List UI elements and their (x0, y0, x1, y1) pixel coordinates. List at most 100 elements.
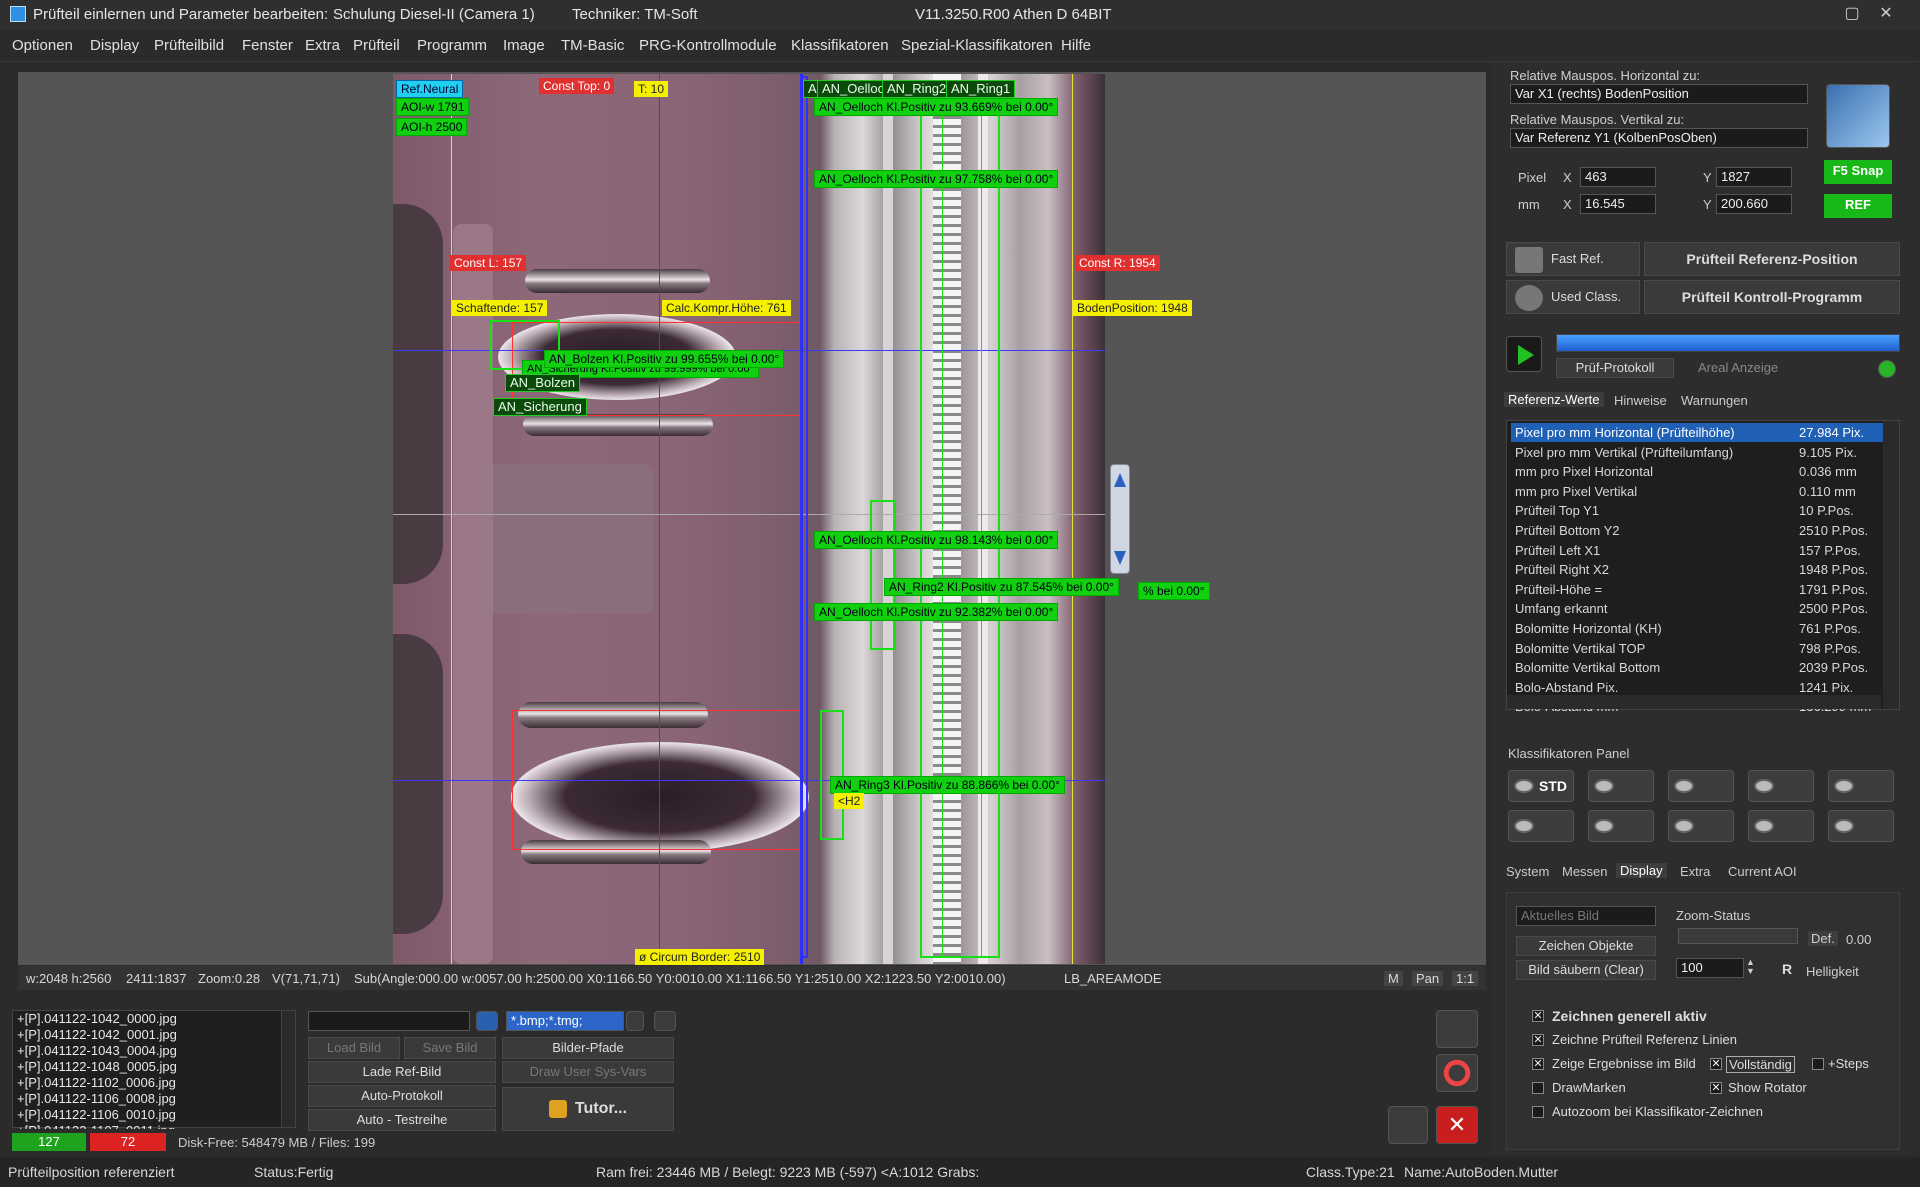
table-row[interactable]: Prüfteil Top Y1 10 P.Pos. (1511, 501, 1883, 520)
klass-anchor-icon[interactable] (1828, 770, 1894, 802)
zeichnen-label[interactable]: Zeichnen generell aktiv (1552, 1008, 1707, 1024)
scrollbar[interactable] (1883, 421, 1899, 709)
arrow-up-icon[interactable] (1114, 473, 1126, 487)
hammer-icon[interactable] (1436, 1010, 1478, 1048)
referenz-linien-checkbox[interactable]: ✕ (1532, 1034, 1544, 1046)
klass-bars-icon[interactable] (1748, 770, 1814, 802)
search-icon[interactable] (1878, 360, 1896, 378)
menu-tm-basic[interactable]: TM-Basic (561, 37, 624, 54)
vert-select[interactable]: Var Referenz Y1 (KolbenPosOben) (1510, 128, 1808, 148)
pruef-protokoll-button[interactable]: Prüf-Protokoll (1556, 358, 1674, 378)
fast-ref-button[interactable]: Fast Ref. (1506, 242, 1640, 276)
referenz-linien-label[interactable]: Zeichne Prüfteil Referenz Linien (1552, 1032, 1737, 1047)
close-red-icon[interactable]: ✕ (1436, 1106, 1478, 1144)
rotator-checkbox[interactable]: ✕ (1710, 1082, 1722, 1094)
klass-filter-icon[interactable] (1828, 810, 1894, 842)
load-bild-button[interactable]: Load Bild (308, 1037, 400, 1059)
help-ring-icon[interactable] (1436, 1054, 1478, 1092)
menu-programm[interactable]: Programm (417, 37, 487, 54)
tab-hinweise[interactable]: Hinweise (1614, 393, 1667, 408)
tab-display[interactable]: Display (1616, 863, 1667, 878)
menu-hilfe[interactable]: Hilfe (1061, 37, 1091, 54)
camera-icon[interactable] (1826, 84, 1890, 148)
menu-fenster[interactable]: Fenster (242, 37, 293, 54)
menu-pruefteil[interactable]: Prüfteil (353, 37, 400, 54)
grid-icon[interactable] (476, 1011, 498, 1031)
bild-saeubern-button[interactable]: Bild säubern (Clear) (1516, 960, 1656, 980)
horiz-select[interactable]: Var X1 (rechts) BodenPosition (1510, 84, 1808, 104)
menu-klassifikatoren[interactable]: Klassifikatoren (791, 37, 889, 54)
spinner-icon[interactable]: ▲ ▼ (1746, 958, 1760, 978)
ergebnisse-label[interactable]: Zeige Ergebnisse im Bild (1552, 1056, 1696, 1071)
table-row[interactable]: Umfang erkannt 2500 P.Pos. (1511, 599, 1883, 618)
h-scrollbar[interactable] (1507, 695, 1881, 709)
klass-yin-icon[interactable] (1668, 810, 1734, 842)
pixel-x-field[interactable]: 463 (1580, 167, 1656, 187)
tab-warnungen[interactable]: Warnungen (1681, 393, 1748, 408)
monitor-icon[interactable] (1388, 1106, 1428, 1144)
list-item[interactable]: +[P].041122-1043_0004.jpg (13, 1043, 295, 1059)
ratio-button[interactable]: 1:1 (1452, 971, 1479, 986)
table-row[interactable]: Prüfteil-Höhe = 1791 P.Pos. (1511, 580, 1883, 599)
pixel-y-field[interactable]: 1827 (1716, 167, 1792, 187)
save-bild-button[interactable]: Save Bild (404, 1037, 496, 1059)
helligkeit-input[interactable]: 100 (1676, 958, 1744, 978)
tab-system[interactable]: System (1506, 864, 1549, 879)
auto-protokoll-button[interactable]: Auto-Protokoll (308, 1085, 496, 1107)
zoom-slider[interactable] (1678, 928, 1798, 944)
kontroll-programm-button[interactable]: Prüfteil Kontroll-Programm (1644, 280, 1900, 314)
menu-optionen[interactable]: Optionen (12, 37, 73, 54)
table-row[interactable]: Prüfteil Bottom Y2 2510 P.Pos. (1511, 521, 1883, 540)
list-item[interactable]: +[P].041122-1042_0001.jpg (13, 1027, 295, 1043)
menu-prg-kontrollmodule[interactable]: PRG-Kontrollmodule (639, 37, 777, 54)
autozoom-checkbox[interactable] (1532, 1106, 1544, 1118)
autozoom-label[interactable]: Autozoom bei Klassifikator-Zeichnen (1552, 1104, 1763, 1119)
klass-std-icon[interactable]: STD (1508, 770, 1574, 802)
list-item[interactable]: +[P].041122-1106_0008.jpg (13, 1091, 295, 1107)
table-row[interactable]: Bolomitte Vertikal Bottom 2039 P.Pos. (1511, 658, 1883, 677)
list-item[interactable]: +[P].041122-1048_0005.jpg (13, 1059, 295, 1075)
tab-extra[interactable]: Extra (1680, 864, 1710, 879)
table-row[interactable]: Prüfteil Right X2 1948 P.Pos. (1511, 560, 1883, 579)
f5-snap-button[interactable]: F5 Snap (1824, 160, 1892, 184)
aktuelles-bild-select[interactable]: Aktuelles Bild (1516, 906, 1656, 926)
referenz-werte-list[interactable]: Pixel pro mm Horizontal (Prüfteilhöhe) 27… (1506, 420, 1900, 714)
zeichnen-checkbox[interactable]: ✕ (1532, 1010, 1544, 1022)
areal-anzeige-label[interactable]: Areal Anzeige (1698, 360, 1778, 375)
steps-label[interactable]: +Steps (1828, 1056, 1869, 1071)
m-button[interactable]: M (1384, 971, 1403, 986)
scrollbar[interactable] (281, 1011, 295, 1127)
r-label[interactable]: R (1782, 961, 1792, 977)
list-item[interactable]: +[P].041122-1106_0010.jpg (13, 1107, 295, 1123)
zeichen-objekte-button[interactable]: Zeichen Objekte (1516, 936, 1656, 956)
tab-messen[interactable]: Messen (1562, 864, 1608, 879)
drawmarken-label[interactable]: DrawMarken (1552, 1080, 1626, 1095)
klass-qr-icon[interactable] (1588, 810, 1654, 842)
list-item[interactable]: +[P].041122-1042_0000.jpg (13, 1011, 295, 1027)
klass-flag-icon[interactable] (1668, 770, 1734, 802)
lade-ref-bild-button[interactable]: Lade Ref-Bild (308, 1061, 496, 1083)
used-class-button[interactable]: Used Class. (1506, 280, 1640, 314)
drawmarken-checkbox[interactable] (1532, 1082, 1544, 1094)
list-item[interactable]: +[P].041122-1107_0011.jpg (13, 1123, 295, 1129)
tab-current-aoi[interactable]: Current AOI (1728, 864, 1797, 879)
klass-grid-icon[interactable] (1588, 770, 1654, 802)
mm-y-field[interactable]: 200.660 (1716, 194, 1792, 214)
vollstaendig-checkbox[interactable]: ✕ (1710, 1058, 1722, 1070)
ergebnisse-checkbox[interactable]: ✕ (1532, 1058, 1544, 1070)
rotator-label[interactable]: Show Rotator (1728, 1080, 1807, 1095)
menu-spezial-klassifikatoren[interactable]: Spezial-Klassifikatoren (901, 37, 1053, 54)
vollstaendig-label[interactable]: Vollständig (1726, 1056, 1795, 1073)
auto-testreihe-button[interactable]: Auto - Testreihe (308, 1109, 496, 1131)
table-row[interactable]: Prüfteil Left X1 157 P.Pos. (1511, 541, 1883, 560)
bilder-pfade-button[interactable]: Bilder-Pfade (502, 1037, 674, 1059)
table-row[interactable]: Pixel pro mm Horizontal (Prüfteilhöhe) 27… (1511, 423, 1883, 442)
tab-referenz-werte[interactable]: Referenz-Werte (1504, 392, 1604, 407)
draw-user-button[interactable]: Draw User Sys-Vars (502, 1061, 674, 1083)
path-input[interactable] (308, 1011, 470, 1031)
close-icon[interactable]: ✕ (1866, 2, 1906, 28)
menu-image[interactable]: Image (503, 37, 545, 54)
table-row[interactable]: Bolomitte Vertikal TOP 798 P.Pos. (1511, 639, 1883, 658)
menu-display[interactable]: Display (90, 37, 139, 54)
steps-checkbox[interactable] (1812, 1058, 1824, 1070)
